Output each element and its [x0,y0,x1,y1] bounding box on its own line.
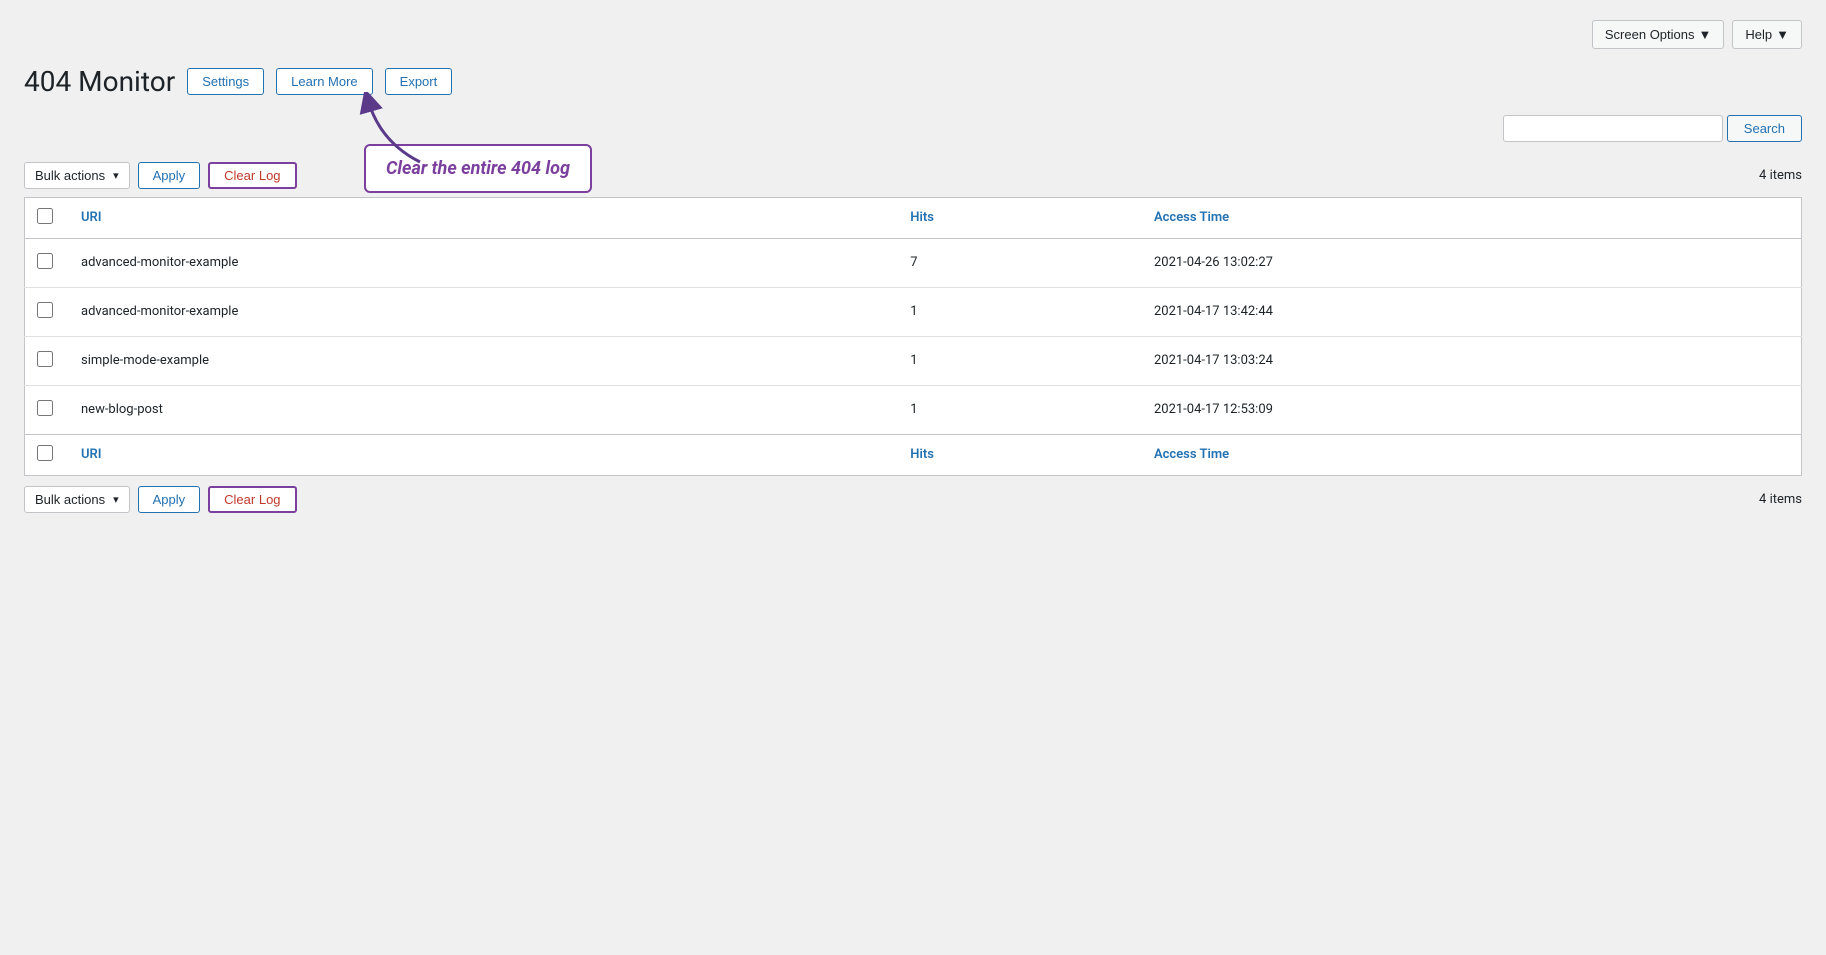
row-checkbox-0[interactable] [37,253,53,269]
clear-log-button-bottom[interactable]: Clear Log [208,486,296,513]
header-uri: URI [65,197,894,238]
table-body: advanced-monitor-example 7 2021-04-26 13… [25,238,1802,434]
chevron-down-icon: ▼ [1699,27,1712,42]
bulk-actions-chevron-bottom: ▾ [113,493,119,506]
search-bar: Search [24,115,1802,142]
bulk-actions-label-top: Bulk actions [35,168,105,183]
row-access-time: 2021-04-17 13:03:24 [1138,336,1802,385]
header-access-time: Access Time [1138,197,1802,238]
table-header-row: URI Hits Access Time [25,197,1802,238]
select-all-checkbox-top[interactable] [37,208,53,224]
clear-log-button-top[interactable]: Clear Log [208,162,296,189]
header-checkbox-cell [25,197,66,238]
item-count-top: 4 items [1759,168,1802,183]
help-label: Help [1745,27,1772,42]
apply-button-top[interactable]: Apply [138,162,201,189]
table-row: advanced-monitor-example 1 2021-04-17 13… [25,287,1802,336]
footer-access-time: Access Time [1138,434,1802,475]
bottom-actions-bar: Bulk actions ▾ Apply Clear Log 4 items [24,476,1802,517]
page-header: 404 Monitor Settings Learn More Export [24,65,1802,99]
item-count-bottom: 4 items [1759,492,1802,507]
log-table: URI Hits Access Time advanced-monitor-ex… [24,197,1802,476]
annotation-arrow [350,92,430,172]
row-checkbox-3[interactable] [37,400,53,416]
row-hits: 1 [894,385,1138,434]
footer-uri: URI [65,434,894,475]
row-hits: 1 [894,336,1138,385]
row-checkbox-cell [25,336,66,385]
screen-options-button[interactable]: Screen Options ▼ [1592,20,1724,49]
row-uri: advanced-monitor-example [65,238,894,287]
top-bar: Screen Options ▼ Help ▼ [24,20,1802,49]
row-access-time: 2021-04-17 13:42:44 [1138,287,1802,336]
row-checkbox-cell [25,385,66,434]
chevron-down-icon-help: ▼ [1776,27,1789,42]
table-row: new-blog-post 1 2021-04-17 12:53:09 [25,385,1802,434]
table-row: simple-mode-example 1 2021-04-17 13:03:2… [25,336,1802,385]
table-row: advanced-monitor-example 7 2021-04-26 13… [25,238,1802,287]
row-uri: new-blog-post [65,385,894,434]
help-button[interactable]: Help ▼ [1732,20,1802,49]
settings-button[interactable]: Settings [187,68,264,95]
page-title: 404 Monitor [24,65,175,99]
search-input[interactable] [1503,115,1723,142]
row-hits: 7 [894,238,1138,287]
bulk-actions-chevron-top: ▾ [113,169,119,182]
bulk-actions-dropdown-top[interactable]: Bulk actions ▾ [24,162,130,189]
row-checkbox-cell [25,238,66,287]
row-access-time: 2021-04-26 13:02:27 [1138,238,1802,287]
search-button[interactable]: Search [1727,115,1802,142]
row-access-time: 2021-04-17 12:53:09 [1138,385,1802,434]
select-all-checkbox-bottom[interactable] [37,445,53,461]
row-checkbox-cell [25,287,66,336]
table-footer-row: URI Hits Access Time [25,434,1802,475]
bulk-actions-label-bottom: Bulk actions [35,492,105,507]
footer-hits: Hits [894,434,1138,475]
row-hits: 1 [894,287,1138,336]
apply-button-bottom[interactable]: Apply [138,486,201,513]
footer-checkbox-cell [25,434,66,475]
screen-options-label: Screen Options [1605,27,1695,42]
header-hits: Hits [894,197,1138,238]
row-uri: advanced-monitor-example [65,287,894,336]
row-checkbox-2[interactable] [37,351,53,367]
top-actions-bar: Bulk actions ▾ Apply Clear Log 4 items C… [24,154,1802,197]
row-checkbox-1[interactable] [37,302,53,318]
row-uri: simple-mode-example [65,336,894,385]
bulk-actions-dropdown-bottom[interactable]: Bulk actions ▾ [24,486,130,513]
